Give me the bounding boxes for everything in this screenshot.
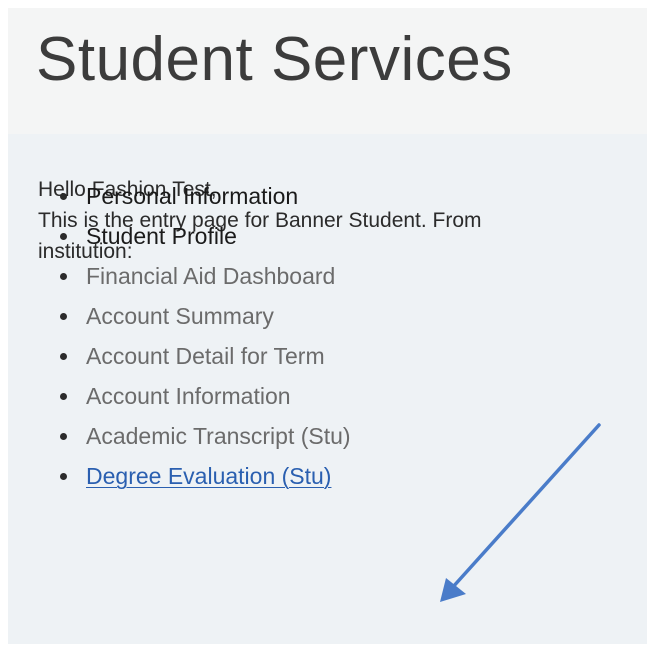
degree-evaluation-link[interactable]: Degree Evaluation (Stu) xyxy=(86,463,331,489)
academic-transcript-link[interactable]: Academic Transcript (Stu) xyxy=(86,423,351,449)
page-title: Student Services xyxy=(36,25,513,94)
account-summary-link[interactable]: Account Summary xyxy=(86,303,274,329)
list-item: Academic Transcript (Stu) xyxy=(60,416,351,456)
bullet-icon xyxy=(60,233,67,240)
list-item: Degree Evaluation (Stu) xyxy=(60,456,351,496)
list-item: Account Information xyxy=(60,376,351,416)
bullet-icon xyxy=(60,433,67,440)
bullet-icon xyxy=(60,313,67,320)
personal-information-link[interactable]: Personal Information xyxy=(86,183,298,209)
title-bar: Student Services xyxy=(8,8,647,134)
list-item: Account Summary xyxy=(60,296,351,336)
bullet-icon xyxy=(60,473,67,480)
account-detail-for-term-link[interactable]: Account Detail for Term xyxy=(86,343,325,369)
bullet-icon xyxy=(60,393,67,400)
student-menu-list: Personal Information Student Profile Fin… xyxy=(60,176,351,496)
bullet-icon xyxy=(60,273,67,280)
list-item: Student Profile xyxy=(60,216,351,256)
account-information-link[interactable]: Account Information xyxy=(86,383,291,409)
list-item: Personal Information xyxy=(60,176,351,216)
financial-aid-dashboard-link[interactable]: Financial Aid Dashboard xyxy=(86,263,335,289)
student-profile-link[interactable]: Student Profile xyxy=(86,223,237,249)
list-item: Financial Aid Dashboard xyxy=(60,256,351,296)
list-item: Account Detail for Term xyxy=(60,336,351,376)
bullet-icon xyxy=(60,193,67,200)
bullet-icon xyxy=(60,353,67,360)
